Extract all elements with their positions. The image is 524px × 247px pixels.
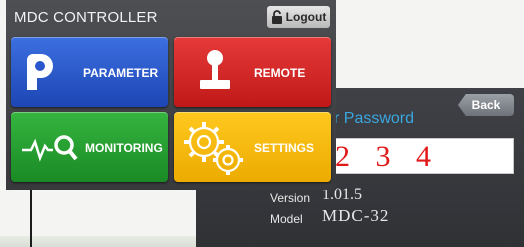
password-value: 2 3 4 <box>335 140 440 173</box>
joystick-icon <box>200 50 230 89</box>
password-title: r Password <box>334 110 415 127</box>
lock-icon <box>271 10 282 24</box>
settings-tile[interactable]: SETTINGS <box>174 112 331 182</box>
monitoring-label: MONITORING <box>85 141 163 155</box>
controller-main-screen: MDC CONTROLLER Logout PARAMETER REMOTE M… <box>6 0 336 190</box>
password-input[interactable]: 2 3 4 <box>320 138 514 174</box>
logout-label: Logout <box>285 10 327 24</box>
monitoring-search-icon <box>22 135 78 162</box>
app-title: MDC CONTROLLER <box>14 9 158 26</box>
model-label: Model <box>270 212 303 226</box>
backdrop-line <box>30 188 32 247</box>
back-button[interactable]: Back <box>458 94 514 116</box>
title-bar: MDC CONTROLLER Logout <box>6 0 336 34</box>
monitoring-tile[interactable]: MONITORING <box>11 112 168 182</box>
parameter-p-icon <box>27 54 53 90</box>
logout-button[interactable]: Logout <box>267 6 330 28</box>
gears-icon <box>184 122 243 175</box>
version-label: Version <box>270 191 311 205</box>
settings-label: SETTINGS <box>254 141 315 155</box>
parameter-tile[interactable]: PARAMETER <box>11 37 168 107</box>
remote-label: REMOTE <box>254 66 306 80</box>
parameter-label: PARAMETER <box>83 66 159 80</box>
back-button-label: Back <box>471 98 501 112</box>
remote-tile[interactable]: REMOTE <box>174 37 331 107</box>
model-value: MDC-32 <box>322 206 390 225</box>
